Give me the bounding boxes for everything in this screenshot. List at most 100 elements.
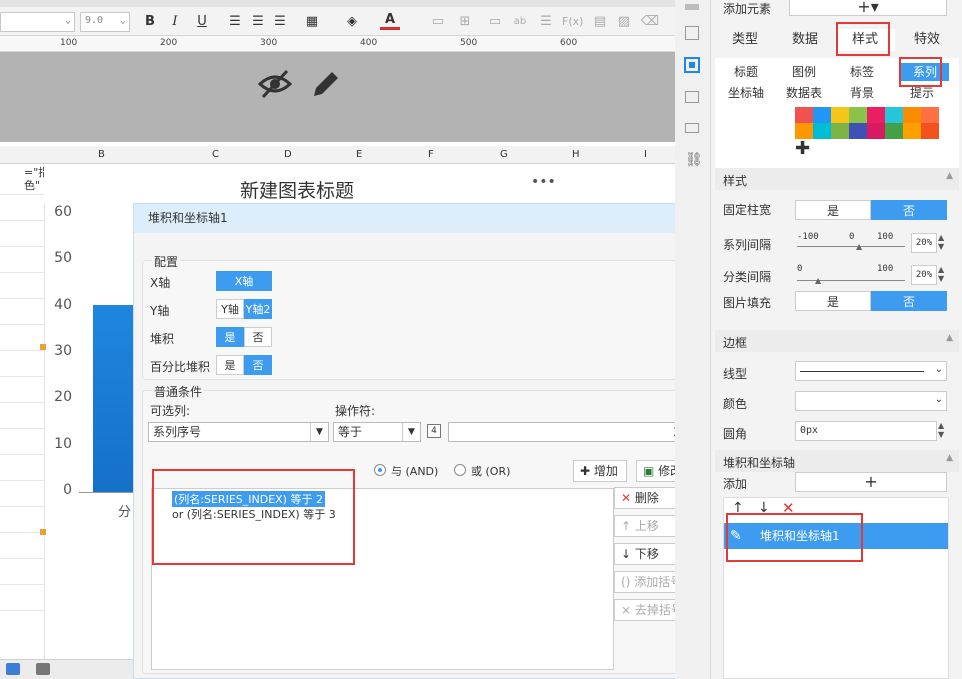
italic-icon[interactable]: I	[165, 12, 185, 32]
text-icon[interactable]: ab	[510, 12, 530, 32]
slider-thumb[interactable]: ▲	[856, 242, 862, 251]
x-axis-option[interactable]: X轴	[216, 271, 272, 291]
add-color-icon[interactable]: ✚	[795, 138, 810, 159]
underline-icon[interactable]: U	[192, 12, 212, 32]
style-icon[interactable]: ▭	[428, 12, 448, 32]
image-fill-no[interactable]: 否	[871, 291, 947, 311]
add-sheet-icon[interactable]	[6, 663, 20, 675]
chart-more-icon[interactable]: •••	[531, 174, 556, 190]
subtab-datasheet[interactable]: 数据表	[777, 84, 831, 102]
spinner-icon[interactable]: ▲ ▼	[938, 265, 944, 283]
palette-swatch[interactable]	[885, 123, 903, 139]
value-type-icon[interactable]: 4	[427, 424, 441, 438]
hide-icon[interactable]	[258, 68, 292, 100]
align-right-icon[interactable]: ☰	[270, 12, 290, 32]
stack-yes-button[interactable]: 是	[216, 327, 244, 347]
series-gap-slider[interactable]	[797, 246, 905, 247]
palette-swatch[interactable]	[795, 107, 813, 123]
radius-input[interactable]: 0px	[795, 421, 937, 441]
percent-stack-yes-button[interactable]: 是	[216, 355, 244, 375]
align-center-icon[interactable]: ☰	[248, 12, 268, 32]
percent-stack-no-button[interactable]: 否	[244, 355, 272, 375]
palette-swatch[interactable]	[831, 107, 849, 123]
operator-select[interactable]: 等于 ▼	[333, 422, 421, 442]
merge-icon[interactable]: ⊞	[455, 12, 475, 32]
border-icon[interactable]: ▦	[302, 12, 322, 32]
subtab-axis[interactable]: 坐标轴	[719, 84, 773, 102]
palette-swatch[interactable]	[903, 107, 921, 123]
formula-icon[interactable]: F(x)	[562, 12, 583, 32]
condition-value-input[interactable]: 2	[448, 422, 688, 442]
palette-swatch[interactable]	[867, 107, 885, 123]
palette-swatch[interactable]	[831, 123, 849, 139]
column-select[interactable]: 系列序号 ▼	[148, 422, 329, 442]
add-element-button[interactable]: +▾	[789, 0, 947, 16]
subtab-label[interactable]: 标签	[835, 63, 889, 81]
spinner-icon[interactable]: ▲ ▼	[938, 421, 944, 439]
bar-series-1[interactable]	[93, 305, 133, 492]
stack-section-title: 堆积和坐标轴	[723, 456, 796, 470]
palette-swatch[interactable]	[849, 123, 867, 139]
fill-color-icon[interactable]: ◈	[342, 12, 362, 32]
bold-icon[interactable]: B	[140, 12, 160, 32]
subtab-background[interactable]: 背景	[835, 84, 889, 102]
tab-effects[interactable]: 特效	[895, 29, 959, 51]
chevron-down-icon: ▼	[402, 423, 420, 441]
collapse-icon[interactable]: ▲	[946, 333, 953, 343]
add-report-icon[interactable]	[36, 663, 50, 675]
comment-icon[interactable]: ▤	[590, 12, 610, 32]
y-axis-option-1[interactable]: Y轴	[216, 299, 244, 319]
hyperlink-icon[interactable]: ☰	[536, 12, 556, 32]
palette-swatch[interactable]	[867, 123, 885, 139]
chart-property-icon[interactable]	[684, 57, 700, 73]
palette-swatch[interactable]	[921, 107, 939, 123]
font-color-icon[interactable]: A	[380, 12, 400, 30]
subtab-tooltip[interactable]: 提示	[895, 84, 949, 102]
slider-thumb[interactable]: ▲	[815, 276, 821, 285]
category-gap-input[interactable]: 20%	[911, 265, 937, 285]
category-gap-slider[interactable]	[797, 280, 905, 281]
insert-icon[interactable]: ▭	[485, 12, 505, 32]
palette-swatch[interactable]	[903, 123, 921, 139]
line-type-select[interactable]: ⌄	[795, 361, 947, 381]
image-icon[interactable]: ▨	[614, 12, 634, 32]
palette-swatch[interactable]	[849, 107, 867, 123]
subtab-title[interactable]: 标题	[719, 63, 773, 81]
column-label: H	[572, 149, 580, 160]
spinner-icon[interactable]: ▲ ▼	[938, 233, 944, 251]
or-radio[interactable]	[454, 464, 466, 476]
and-radio[interactable]	[374, 464, 386, 476]
add-condition-button[interactable]: ✚ 增加	[573, 460, 627, 482]
widget-icon[interactable]	[685, 26, 699, 40]
collapse-icon[interactable]: ▲	[946, 171, 953, 181]
palette-swatch[interactable]	[813, 107, 831, 123]
fixed-width-no[interactable]: 否	[871, 200, 947, 220]
align-left-icon[interactable]: ☰	[225, 12, 245, 32]
font-name-select[interactable]: ⌄	[0, 12, 75, 32]
tab-data[interactable]: 数据	[775, 29, 835, 51]
edit-pencil-icon[interactable]	[310, 68, 340, 100]
cell-icon[interactable]	[685, 4, 699, 10]
palette-swatch[interactable]	[921, 123, 939, 139]
palette-swatch[interactable]	[813, 123, 831, 139]
eraser-icon[interactable]: ⌫	[640, 12, 660, 32]
border-color-select[interactable]: ⌄	[795, 391, 947, 411]
link-icon[interactable]: ⛓	[685, 152, 703, 168]
add-label: 添加	[723, 477, 748, 491]
font-size-select[interactable]: 9.0 ⌄	[80, 12, 130, 32]
color-palette[interactable]	[795, 107, 939, 139]
palette-swatch[interactable]	[795, 123, 813, 139]
image-fill-yes[interactable]: 是	[795, 291, 871, 311]
image-fill-label: 图片填充	[723, 296, 772, 310]
fixed-width-yes[interactable]: 是	[795, 200, 871, 220]
stack-no-button[interactable]: 否	[244, 327, 272, 347]
add-stack-button[interactable]: +	[795, 472, 947, 492]
series-gap-input[interactable]: 20%	[911, 233, 937, 253]
tab-type[interactable]: 类型	[715, 29, 775, 51]
subtab-legend[interactable]: 图例	[777, 63, 831, 81]
form-icon[interactable]	[685, 91, 699, 103]
collapse-icon[interactable]: ▲	[946, 453, 953, 463]
y-axis-option-2[interactable]: Y轴2	[244, 299, 272, 319]
palette-swatch[interactable]	[885, 107, 903, 123]
layout-icon[interactable]	[685, 123, 699, 133]
